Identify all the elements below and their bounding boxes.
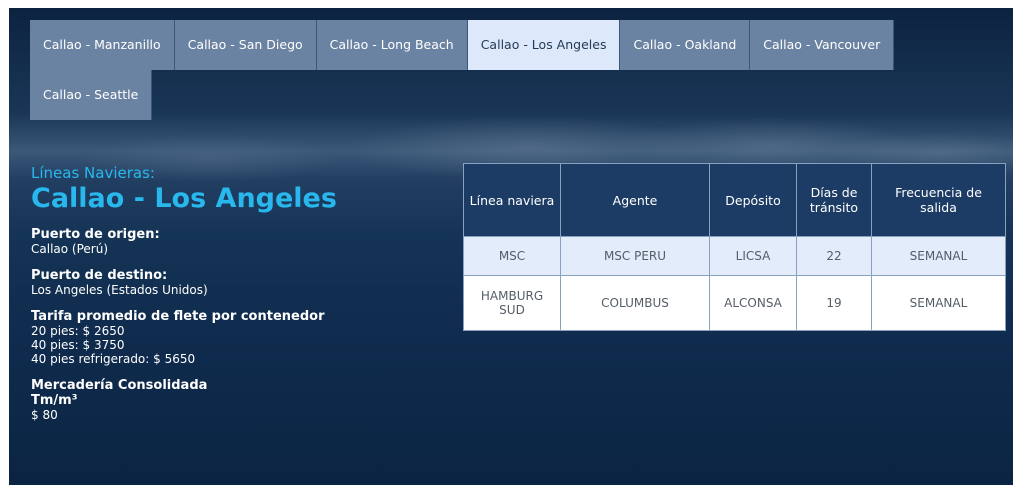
consolidated-value: $ 80	[31, 408, 58, 422]
cell-agente: COLUMBUS	[560, 275, 710, 331]
consolidated-block: Mercadería Consolidada Tm/m³ $ 80	[31, 378, 451, 423]
table-row: MSC MSC PERU LICSA 22 SEMANAL	[463, 236, 1006, 276]
cell-agente: MSC PERU	[560, 236, 710, 276]
tariff-line: 20 pies: $ 2650	[31, 324, 125, 338]
table-header-row: Línea naviera Agente Depósito Días de tr…	[463, 163, 1006, 237]
section-lead: Líneas Navieras:	[31, 164, 155, 182]
cell-frecuencia: SEMANAL	[871, 275, 1006, 331]
tariff-label: Tarifa promedio de flete por contenedor	[31, 309, 325, 324]
cell-linea: MSC	[463, 236, 561, 276]
page-frame: Callao - Manzanillo Callao - San Diego C…	[9, 8, 1013, 485]
cell-frecuencia: SEMANAL	[871, 236, 1006, 276]
tab-callao-san-diego[interactable]: Callao - San Diego	[174, 20, 317, 70]
tariff-line: 40 pies refrigerado: $ 5650	[31, 352, 196, 366]
consolidated-label: Mercadería Consolidada	[31, 378, 208, 393]
page-title: Callao - Los Angeles	[31, 183, 337, 214]
column-header-linea: Línea naviera	[463, 163, 561, 237]
cell-linea: HAMBURG SUD	[463, 275, 561, 331]
origin-label: Puerto de origen:	[31, 227, 160, 242]
cell-dias: 22	[796, 236, 872, 276]
cell-deposito: LICSA	[709, 236, 797, 276]
column-header-frecuencia: Frecuencia de salida	[871, 163, 1006, 237]
route-tabs: Callao - Manzanillo Callao - San Diego C…	[30, 20, 990, 120]
tariff-line: 40 pies: $ 3750	[31, 338, 125, 352]
tab-callao-oakland[interactable]: Callao - Oakland	[620, 20, 751, 70]
tab-callao-manzanillo[interactable]: Callao - Manzanillo	[30, 20, 175, 70]
tab-callao-los-angeles[interactable]: Callao - Los Angeles	[467, 20, 621, 70]
column-header-dias: Días de tránsito	[796, 163, 872, 237]
table-row: HAMBURG SUD COLUMBUS ALCONSA 19 SEMANAL	[463, 275, 1006, 331]
route-info-panel: Líneas Navieras: Callao - Los Angeles Pu…	[31, 164, 451, 434]
consolidated-unit: Tm/m³	[31, 393, 78, 408]
destination-value: Los Angeles (Estados Unidos)	[31, 283, 208, 297]
tab-callao-vancouver[interactable]: Callao - Vancouver	[750, 20, 895, 70]
tab-callao-seattle[interactable]: Callao - Seattle	[30, 70, 153, 120]
tariff-block: Tarifa promedio de flete por contenedor …	[31, 309, 451, 367]
tab-callao-long-beach[interactable]: Callao - Long Beach	[316, 20, 468, 70]
cell-deposito: ALCONSA	[709, 275, 797, 331]
cell-dias: 19	[796, 275, 872, 331]
origin-block: Puerto de origen: Callao (Perú)	[31, 227, 451, 257]
origin-value: Callao (Perú)	[31, 242, 109, 256]
destination-label: Puerto de destino:	[31, 268, 168, 283]
destination-block: Puerto de destino: Los Angeles (Estados …	[31, 268, 451, 298]
column-header-deposito: Depósito	[709, 163, 797, 237]
column-header-agente: Agente	[560, 163, 710, 237]
shipping-lines-table: Línea naviera Agente Depósito Días de tr…	[463, 163, 1006, 331]
